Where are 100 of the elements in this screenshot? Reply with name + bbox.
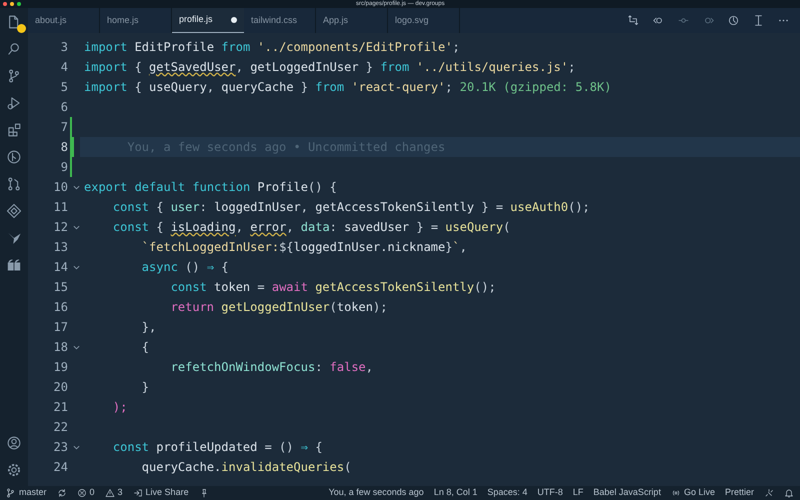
status-item[interactable]: Ln 8, Col 1 <box>434 486 478 500</box>
line-number: 10 <box>52 179 68 196</box>
code-punctuation: ${ <box>279 239 294 256</box>
code-punctuation: , <box>236 59 244 76</box>
keyword: const <box>112 439 150 456</box>
identifier: queryCache. <box>142 459 222 476</box>
status-item[interactable]: Spaces: 4 <box>487 486 528 500</box>
line-number: 16 <box>52 299 68 316</box>
status-item[interactable]: Go Live <box>684 486 715 500</box>
run-debug-icon[interactable] <box>6 95 22 111</box>
code-punctuation: { <box>142 339 150 356</box>
fold-chevron-icon[interactable] <box>73 344 80 350</box>
function-name: invalidateQueries <box>221 459 344 476</box>
code-punctuation: = () <box>264 439 295 456</box>
code-punctuation: : <box>330 219 338 236</box>
fold-chevron-icon[interactable] <box>73 264 80 270</box>
editor-tab[interactable]: profile.js <box>172 8 244 33</box>
keyword: const <box>112 219 150 236</box>
status-item[interactable]: LF <box>572 486 584 500</box>
code-punctuation: () <box>184 259 201 276</box>
unused-identifier: error <box>250 219 286 236</box>
extensions-icon[interactable] <box>6 122 22 138</box>
source-control-icon[interactable] <box>6 68 22 84</box>
line-number: 18 <box>52 339 68 356</box>
function-name: getLoggedInUser <box>220 299 330 316</box>
circle-graph-icon[interactable] <box>6 149 22 165</box>
code-punctuation: , <box>236 219 244 236</box>
code-punctuation: (); <box>474 279 496 296</box>
status-item[interactable]: 3 <box>118 486 123 500</box>
keyword: async <box>142 259 178 276</box>
identifier: loggedInUser <box>214 199 301 216</box>
error-icon[interactable] <box>76 488 87 498</box>
code-punctuation: { <box>134 79 143 96</box>
pull-request-icon[interactable] <box>6 176 22 192</box>
minimize-window-icon[interactable] <box>10 2 14 6</box>
code-punctuation: } <box>300 79 309 96</box>
line-number: 3 <box>60 39 68 56</box>
status-item[interactable]: UTF-8 <box>537 486 563 500</box>
split-editor-icon[interactable] <box>752 14 765 27</box>
line-number: 4 <box>60 59 68 76</box>
line-number: 21 <box>52 399 68 416</box>
unused-identifier: isLoading <box>170 219 236 236</box>
keyword: export default function <box>84 179 250 196</box>
line-number: 11 <box>52 199 68 216</box>
branch-icon[interactable] <box>6 488 16 498</box>
quote-icon[interactable] <box>6 257 22 273</box>
keyword: ⇒ <box>206 259 214 276</box>
unused-identifier: getSavedUser <box>149 59 236 76</box>
string-literal: `fetchLoggedInUser: <box>142 239 280 256</box>
fold-chevron-icon[interactable] <box>73 224 80 230</box>
identifier: token <box>213 279 252 296</box>
live-share-icon[interactable] <box>132 488 143 498</box>
code-punctuation: { <box>314 439 322 456</box>
string-literal: '../components/EditProfile' <box>256 39 452 56</box>
status-item[interactable]: You, a few seconds ago <box>328 486 424 500</box>
broadcast-icon[interactable] <box>670 488 681 498</box>
property-name: refetchOnWindowFocus <box>170 359 316 376</box>
account-icon[interactable] <box>6 435 22 451</box>
code-punctuation: { <box>134 59 143 76</box>
fold-chevron-icon[interactable] <box>73 444 80 450</box>
code-punctuation: () { <box>308 179 337 196</box>
code-punctuation: ( <box>344 459 352 476</box>
line-number: 17 <box>52 319 68 336</box>
line-number: 15 <box>52 279 68 296</box>
status-item[interactable]: Babel JavaScript <box>593 486 661 500</box>
feedback-icon[interactable] <box>764 488 774 498</box>
keyword: from <box>315 79 344 96</box>
close-window-icon[interactable] <box>3 2 7 6</box>
code-punctuation: }, <box>142 319 156 336</box>
code-punctuation: (); <box>568 199 590 216</box>
keyword: import <box>84 59 128 76</box>
line-number: 19 <box>52 359 68 376</box>
status-item[interactable]: Live Share <box>146 486 189 500</box>
diamond-icon[interactable] <box>6 203 22 219</box>
code-punctuation: = <box>257 279 266 296</box>
status-item[interactable]: Prettier <box>724 486 754 500</box>
clock-icon[interactable] <box>727 14 740 27</box>
keyword: import <box>84 79 128 96</box>
maximize-window-icon[interactable] <box>17 2 21 6</box>
identifier: loggedInUser.nickname <box>294 239 446 256</box>
keyword: return <box>170 299 214 316</box>
fold-chevron-icon[interactable] <box>73 184 80 190</box>
code-punctuation: , <box>300 199 309 216</box>
keyword: const <box>170 279 207 296</box>
line-number: 24 <box>52 459 68 476</box>
bell-icon[interactable] <box>784 488 794 498</box>
code-punctuation: { <box>155 199 164 216</box>
identifier: EditProfile <box>134 39 216 56</box>
code-punctuation: ); <box>373 299 388 316</box>
import-size-hint: 20.1K (gzipped: 5.8K) <box>460 79 612 96</box>
search-icon[interactable] <box>6 41 22 57</box>
keyword: await <box>272 279 308 296</box>
status-item[interactable]: 0 <box>90 486 95 500</box>
compare-changes-icon[interactable] <box>627 14 640 27</box>
warning-icon[interactable] <box>104 488 115 498</box>
status-item[interactable]: master <box>19 486 47 500</box>
line-number: 20 <box>52 379 68 396</box>
settings-icon[interactable] <box>6 462 22 478</box>
function-name: useQuery <box>445 219 504 236</box>
sync-icon[interactable] <box>56 488 67 498</box>
